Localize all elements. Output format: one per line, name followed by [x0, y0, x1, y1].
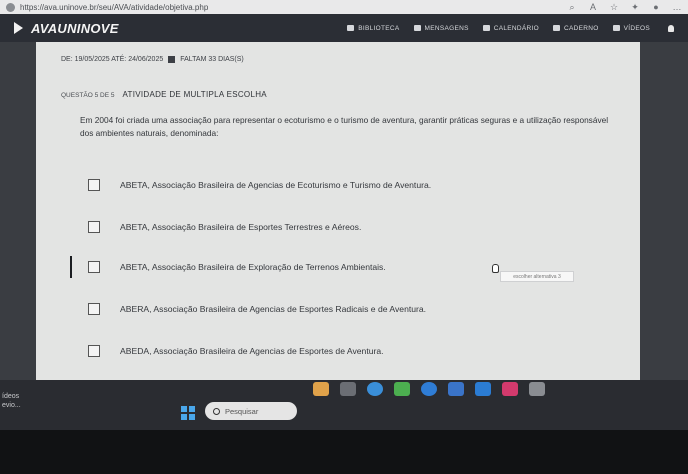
option-2[interactable]: ABETA, Associação Brasileira de Esportes…: [88, 221, 361, 233]
linkedin-icon[interactable]: [475, 382, 491, 396]
nav-label: CADERNO: [564, 24, 599, 32]
option-tooltip: escolher alternativa 3: [500, 271, 574, 282]
search-icon[interactable]: ⌕: [567, 2, 577, 13]
app-icon-3[interactable]: [394, 382, 410, 396]
extensions-icon[interactable]: ✦: [630, 2, 640, 13]
question-title: ATIVIDADE DE MULTIPLA ESCOLHA: [122, 90, 267, 99]
app-icon-1[interactable]: [313, 382, 329, 396]
video-icon: [612, 25, 620, 31]
mail-icon: [413, 25, 421, 31]
option-4[interactable]: ABERA, Associação Brasileira de Agencias…: [88, 303, 426, 315]
site-info-icon[interactable]: [6, 2, 15, 12]
favorite-icon[interactable]: ☆: [609, 2, 619, 13]
url-text[interactable]: https://ava.uninove.br/seu/AVA/atividade…: [20, 3, 567, 12]
notification-bell-icon[interactable]: [668, 24, 674, 32]
calendar-icon: [168, 56, 176, 63]
book-icon: [347, 25, 355, 31]
question-text: Em 2004 foi criada uma associação para r…: [80, 115, 609, 138]
main-nav: BIBLIOTECA MENSAGENS CALENDÁRIO CADERNO …: [347, 24, 674, 32]
option-3[interactable]: ABETA, Associação Brasileira de Exploraç…: [88, 261, 386, 273]
nav-calendario[interactable]: CALENDÁRIO: [482, 24, 540, 32]
windows-taskbar: ídeos evio... Pesquisar: [0, 380, 688, 430]
option-2-label: ABETA, Associação Brasileira de Esportes…: [120, 222, 362, 232]
app-icon-6[interactable]: [529, 382, 545, 396]
taskbar-widget-line1: ídeos: [2, 393, 20, 400]
chrome-icon[interactable]: [367, 382, 383, 396]
option-3-label: ABETA, Associação Brasileira de Exploraç…: [120, 262, 386, 272]
option-hover-indicator: [70, 256, 72, 278]
nav-label: CALENDÁRIO: [493, 24, 540, 32]
hand-cursor-icon: [492, 264, 499, 273]
app-icon-4[interactable]: [448, 382, 464, 396]
taskbar-widget[interactable]: ídeos evio...: [2, 392, 21, 410]
option-5-checkbox[interactable]: [88, 345, 100, 357]
activity-dates: DE: 19/05/2025 ATÉ: 24/06/2025 FALTAM 33…: [61, 56, 244, 63]
search-icon: [213, 407, 220, 415]
question-header: QUESTÃO 5 DE 5 ATIVIDADE DE MULTIPLA ESC…: [61, 90, 267, 99]
option-4-checkbox[interactable]: [88, 303, 100, 315]
activity-panel: DE: 19/05/2025 ATÉ: 24/06/2025 FALTAM 33…: [36, 42, 640, 398]
option-2-checkbox[interactable]: [88, 221, 100, 233]
nav-caderno[interactable]: CADERNO: [553, 25, 599, 32]
logo-arrow-icon: [14, 22, 23, 34]
option-5-label: ABEDA, Associação Brasileira de Agencias…: [120, 346, 384, 356]
taskbar-search-placeholder: Pesquisar: [225, 406, 259, 416]
screen-bezel: [0, 430, 688, 474]
option-1[interactable]: ABETA, Associação Brasileira de Agencias…: [88, 179, 431, 191]
option-3-checkbox[interactable]: [88, 261, 100, 273]
app-icon-2[interactable]: [340, 382, 356, 396]
profile-icon[interactable]: ●: [651, 2, 661, 13]
site-logo[interactable]: AVAUNINOVE: [31, 21, 119, 36]
app-icon-5[interactable]: [502, 382, 518, 396]
nav-label: MENSAGENS: [424, 24, 469, 32]
page-margin-right: [640, 42, 688, 398]
taskbar-apps: [313, 382, 545, 396]
page-margin-left: [0, 42, 36, 398]
option-1-label: ABETA, Associação Brasileira de Agencias…: [120, 180, 432, 190]
read-aloud-icon[interactable]: A: [588, 2, 598, 13]
question-number: QUESTÃO 5 DE 5: [61, 92, 115, 99]
windows-start-icon[interactable]: [181, 406, 195, 420]
edge-icon[interactable]: [421, 382, 437, 396]
browser-address-bar: https://ava.uninove.br/seu/AVA/atividade…: [0, 0, 688, 14]
option-1-checkbox[interactable]: [88, 179, 100, 191]
date-range: DE: 19/05/2025 ATÉ: 24/06/2025: [61, 56, 164, 63]
days-remaining: FALTAM 33 DIAS(S): [180, 56, 244, 63]
option-4-label: ABERA, Associação Brasileira de Agencias…: [120, 304, 427, 314]
nav-mensagens[interactable]: MENSAGENS: [413, 24, 469, 32]
menu-icon[interactable]: …: [672, 2, 682, 13]
option-5[interactable]: ABEDA, Associação Brasileira de Agencias…: [88, 345, 384, 357]
nav-label: VÍDEOS: [623, 24, 650, 32]
taskbar-widget-line2: evio...: [2, 402, 21, 409]
calendar-icon: [482, 25, 490, 31]
nav-videos[interactable]: VÍDEOS: [612, 24, 650, 32]
nav-label: BIBLIOTECA: [358, 24, 400, 32]
browser-toolbar-icons: ⌕ A ☆ ✦ ● …: [567, 2, 682, 13]
notebook-icon: [553, 25, 561, 31]
site-header: AVAUNINOVE BIBLIOTECA MENSAGENS CALENDÁR…: [0, 14, 688, 42]
nav-biblioteca[interactable]: BIBLIOTECA: [347, 25, 399, 32]
taskbar-search[interactable]: Pesquisar: [205, 402, 297, 420]
